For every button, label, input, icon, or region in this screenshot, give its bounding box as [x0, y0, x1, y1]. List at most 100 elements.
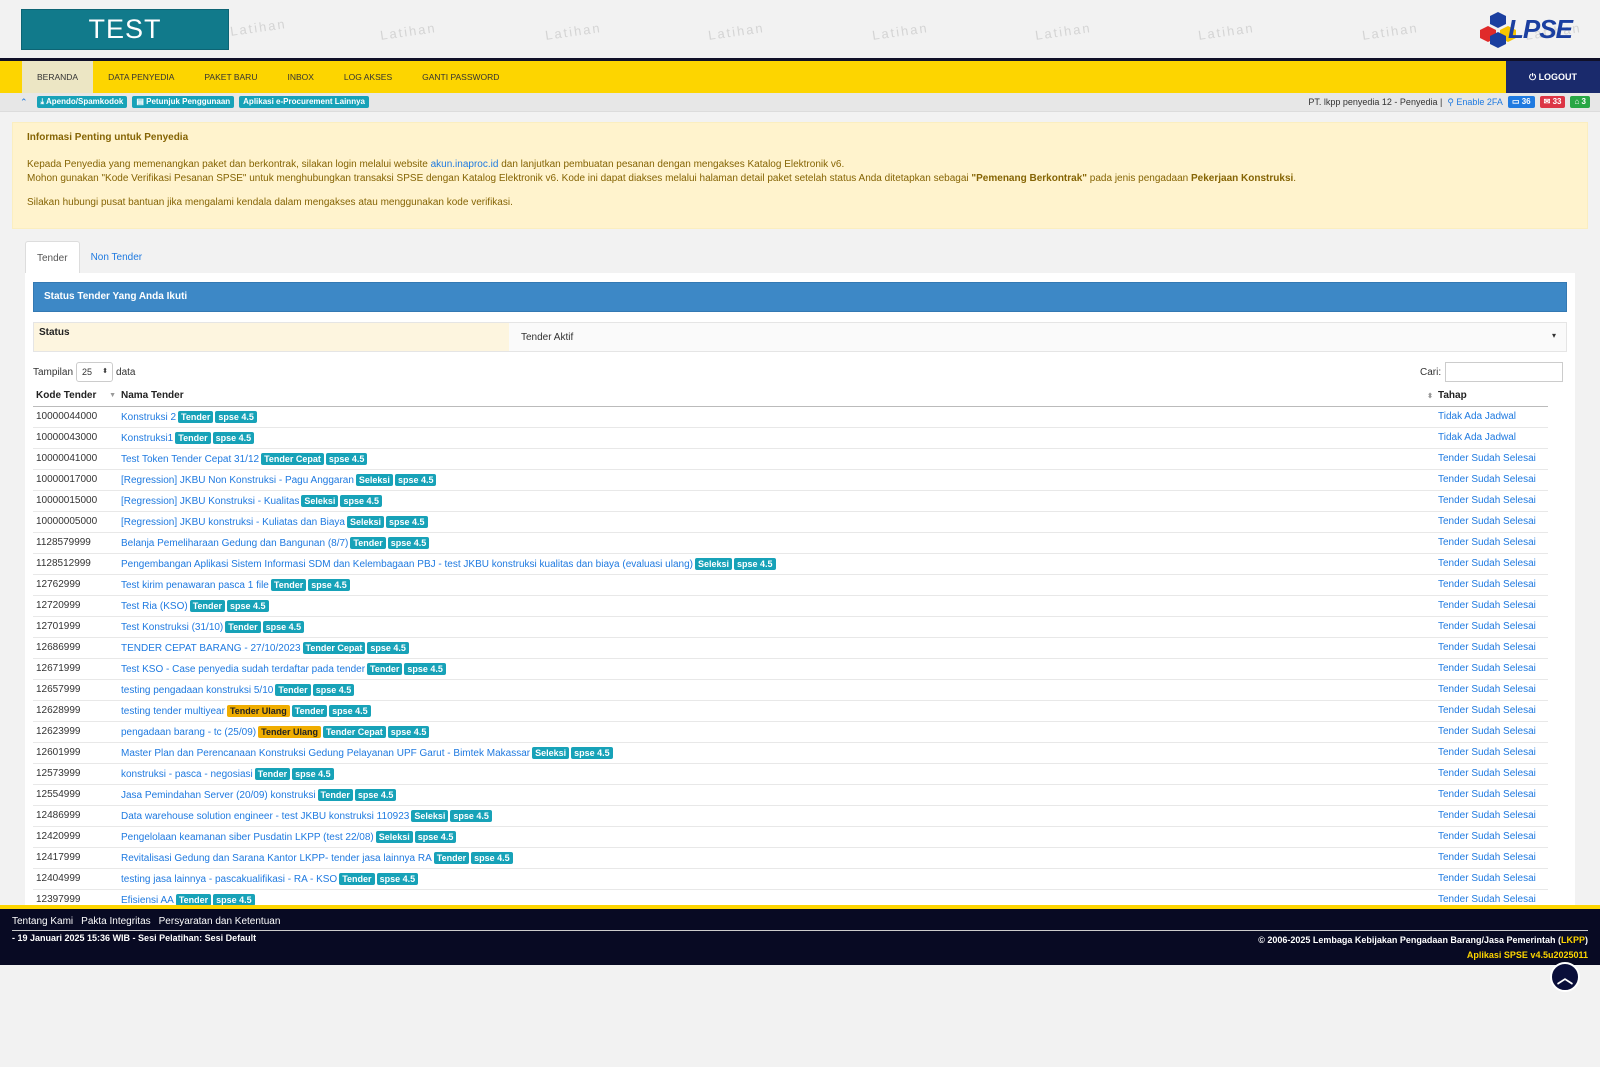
tab-tender[interactable]: Tender: [25, 241, 80, 274]
badge-tender-ulang: Tender Ulang: [226, 704, 290, 717]
mail-counter[interactable]: ✉ 33: [1539, 96, 1566, 108]
search-input[interactable]: [1445, 362, 1564, 382]
status-select[interactable]: Tender Aktif ▾: [509, 323, 1566, 351]
badge-seleksi: Seleksi: [301, 494, 339, 507]
tender-link[interactable]: Test Token Tender Cepat 31/12: [121, 454, 259, 465]
tender-link[interactable]: testing jasa lainnya - pascakualifikasi …: [121, 874, 337, 885]
enable-2fa-link[interactable]: ⚲ Enable 2FA: [1447, 97, 1503, 108]
tahap-link[interactable]: Tender Sudah Selesai: [1438, 579, 1536, 590]
tahap-link[interactable]: Tender Sudah Selesai: [1438, 453, 1536, 464]
tahap-link[interactable]: Tender Sudah Selesai: [1438, 810, 1536, 821]
nav-item-inbox[interactable]: INBOX: [272, 61, 328, 93]
copyright-lkpp[interactable]: LKPP: [1561, 935, 1585, 945]
sub-toolbar: ⌃ ⤓ Apendo/Spamkodok ▤ Petunjuk Pengguna…: [0, 93, 1600, 112]
tahap-link[interactable]: Tender Sudah Selesai: [1438, 789, 1536, 800]
tender-link[interactable]: Data warehouse solution engineer - test …: [121, 811, 409, 822]
tender-link[interactable]: Test Ria (KSO): [121, 601, 188, 612]
footer-link-persyaratan-dan-ketentuan[interactable]: Persyaratan dan Ketentuan: [159, 916, 281, 927]
col-kode-tender[interactable]: Kode Tender ▼: [33, 386, 118, 407]
tahap-link[interactable]: Tender Sudah Selesai: [1438, 600, 1536, 611]
tender-link[interactable]: [Regression] JKBU konstruksi - Kuliatas …: [121, 517, 345, 528]
nav-menu: BERANDA DATA PENYEDIA PAKET BARU INBOX LOG A…: [22, 61, 514, 93]
table-row: 12417999 Revitalisasi Gedung dan Sarana K…: [33, 846, 1548, 868]
tender-link[interactable]: Pengembangan Aplikasi Sistem Informasi S…: [121, 559, 693, 570]
tender-link[interactable]: konstruksi - pasca - negosiasi: [121, 769, 253, 780]
col-tahap[interactable]: Tahap: [1435, 386, 1548, 407]
scroll-top-button[interactable]: ︿: [1550, 962, 1580, 992]
manual-link[interactable]: ▤ Petunjuk Penggunaan: [132, 96, 235, 108]
tender-link[interactable]: testing tender multiyear: [121, 706, 225, 717]
lpse-logo[interactable]: LPSE: [1478, 8, 1573, 50]
badge-spse-4-5: spse 4.5: [367, 641, 409, 654]
nav-item-paket-baru[interactable]: PAKET BARU: [189, 61, 272, 93]
nav-item-ganti-password[interactable]: GANTI PASSWORD: [407, 61, 514, 93]
alert-title: Informasi Penting untuk Penyedia: [27, 132, 189, 143]
tahap-link[interactable]: Tender Sudah Selesai: [1438, 768, 1536, 779]
page-length-select[interactable]: 25 ⬍: [76, 362, 114, 382]
tahap-link[interactable]: Tender Sudah Selesai: [1438, 474, 1536, 485]
tahap-link[interactable]: Tender Sudah Selesai: [1438, 852, 1536, 863]
tender-link[interactable]: [Regression] JKBU Konstruksi - Kualitas: [121, 496, 299, 507]
nav-item-data-penyedia[interactable]: DATA PENYEDIA: [93, 61, 189, 93]
nav-item-log-akses[interactable]: LOG AKSES: [329, 61, 407, 93]
alert-line-3: Silakan hubungi pusat bantuan jika menga…: [27, 197, 513, 208]
eproc-apps-link[interactable]: Aplikasi e-Procurement Lainnya: [239, 96, 369, 108]
apendo-link[interactable]: ⤓ Apendo/Spamkodok: [36, 96, 128, 108]
tahap-link[interactable]: Tender Sudah Selesai: [1438, 516, 1536, 527]
footer-link-pakta-integritas[interactable]: Pakta Integritas: [81, 916, 150, 927]
tender-link[interactable]: Revitalisasi Gedung dan Sarana Kantor LK…: [121, 853, 432, 864]
table-row: 12762999 Test kirim penawaran pasca 1 fil…: [33, 573, 1548, 595]
tender-link[interactable]: Konstruksi1: [121, 433, 173, 444]
tahap-link[interactable]: Tender Sudah Selesai: [1438, 621, 1536, 632]
badge-spse-4-5: spse 4.5: [213, 893, 255, 906]
tender-link[interactable]: Pengelolaan keamanan siber Pusdatin LKPP…: [121, 832, 374, 843]
tab-non-tender[interactable]: Non Tender: [80, 241, 154, 274]
tahap-link[interactable]: Tender Sudah Selesai: [1438, 705, 1536, 716]
tahap-link[interactable]: Tender Sudah Selesai: [1438, 663, 1536, 674]
tahap-link[interactable]: Tender Sudah Selesai: [1438, 726, 1536, 737]
tender-link[interactable]: Jasa Pemindahan Server (20/09) konstruks…: [121, 790, 316, 801]
tahap-link[interactable]: Tender Sudah Selesai: [1438, 831, 1536, 842]
cell-tahap: Tender Sudah Selesai: [1435, 762, 1548, 784]
footer-link-tentang-kami[interactable]: Tentang Kami: [12, 916, 73, 927]
inaproc-link[interactable]: akun.inaproc.id: [431, 159, 499, 170]
col-nama-tender[interactable]: Nama Tender ⬍: [118, 386, 1435, 407]
tahap-link[interactable]: Tender Sudah Selesai: [1438, 495, 1536, 506]
tahap-link[interactable]: Tidak Ada Jadwal: [1438, 411, 1516, 422]
tender-link[interactable]: Master Plan dan Perencanaan Konstruksi G…: [121, 748, 530, 759]
tahap-link[interactable]: Tender Sudah Selesai: [1438, 873, 1536, 884]
tender-link[interactable]: TENDER CEPAT BARANG - 27/10/2023: [121, 643, 301, 654]
cell-kode-tender: 12628999: [33, 699, 118, 721]
tender-link[interactable]: Test Konstruksi (31/10): [121, 622, 223, 633]
chevron-up-icon[interactable]: ⌃: [20, 97, 28, 108]
logout-label: LOGOUT: [1538, 72, 1578, 82]
tahap-link[interactable]: Tender Sudah Selesai: [1438, 684, 1536, 695]
logout-button[interactable]: ⏻ LOGOUT: [1506, 61, 1600, 93]
tender-link[interactable]: pengadaan barang - tc (25/09): [121, 727, 256, 738]
tender-link[interactable]: testing pengadaan konstruksi 5/10: [121, 685, 273, 696]
tahap-link[interactable]: Tender Sudah Selesai: [1438, 558, 1536, 569]
badge-tender: Tender: [175, 431, 211, 444]
tahap-link[interactable]: Tender Sudah Selesai: [1438, 894, 1536, 905]
info-alert: Informasi Penting untuk Penyedia Kepada …: [12, 122, 1588, 229]
cell-tahap: Tender Sudah Selesai: [1435, 531, 1548, 553]
tender-link[interactable]: [Regression] JKBU Non Konstruksi - Pagu …: [121, 475, 354, 486]
badge-tender-cepat: Tender Cepat: [261, 452, 324, 465]
footer: Tentang Kami Pakta Integritas Persyaratan …: [0, 905, 1600, 965]
home-icon: ⌂: [1574, 97, 1582, 106]
tender-link[interactable]: Test kirim penawaran pasca 1 file: [121, 580, 269, 591]
tahap-link[interactable]: Tidak Ada Jadwal: [1438, 432, 1516, 443]
nav-item-beranda[interactable]: BERANDA: [22, 61, 94, 93]
cell-tahap: Tender Sudah Selesai: [1435, 720, 1548, 742]
notification-counter[interactable]: ⌂ 3: [1570, 96, 1590, 108]
tender-link[interactable]: Konstruksi 2: [121, 412, 176, 423]
mail-icon: ✉: [1543, 97, 1553, 106]
tahap-link[interactable]: Tender Sudah Selesai: [1438, 642, 1536, 653]
tahap-link[interactable]: Tender Sudah Selesai: [1438, 747, 1536, 758]
badge-spse-4-5: spse 4.5: [734, 557, 776, 570]
tender-link[interactable]: Test KSO - Case penyedia sudah terdaftar…: [121, 664, 365, 675]
tahap-link[interactable]: Tender Sudah Selesai: [1438, 537, 1536, 548]
inbox-counter[interactable]: ▭ 36: [1507, 96, 1535, 108]
tender-link[interactable]: Belanja Pemeliharaan Gedung dan Bangunan…: [121, 538, 348, 549]
watermark-text: Latihan: [1361, 20, 1420, 43]
